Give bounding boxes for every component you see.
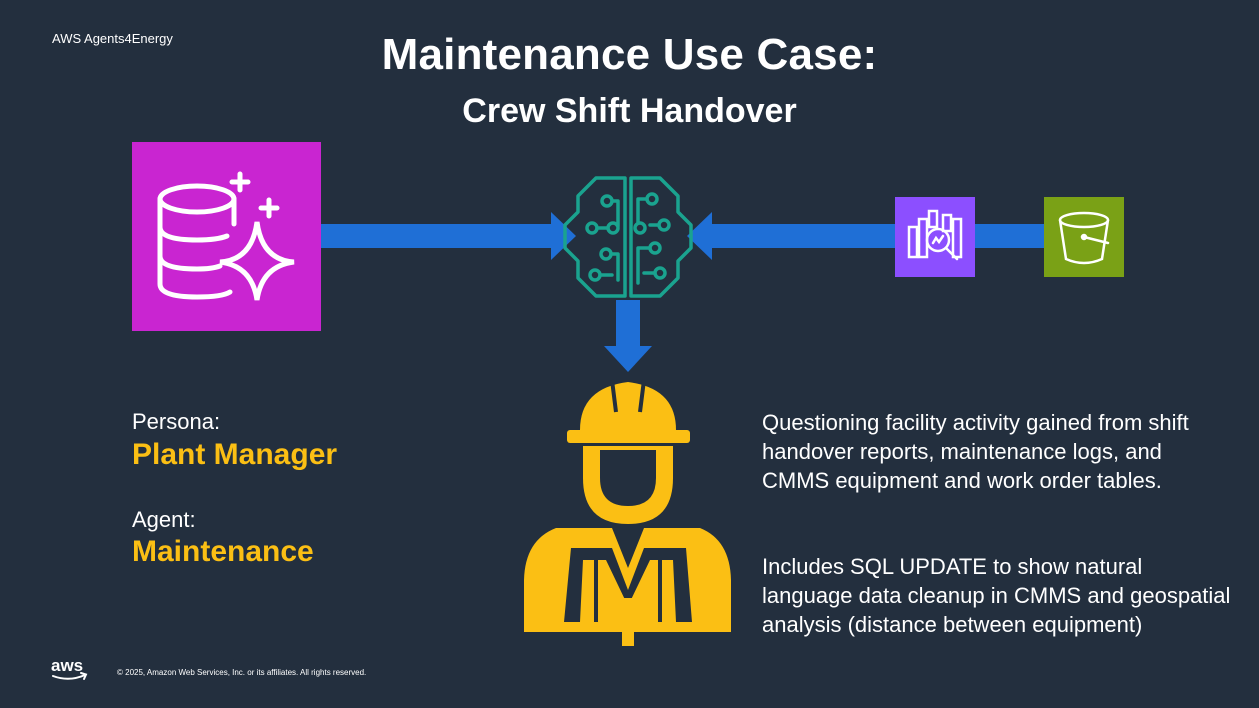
agent-label: Agent: [132, 507, 196, 532]
database-sparkle-icon [157, 171, 295, 301]
brain-circuit-icon [563, 176, 693, 298]
persona-value: Plant Manager [132, 438, 338, 471]
connector-s3-to-analytics [975, 224, 1044, 248]
description-paragraph-1: Questioning facility activity gained fro… [762, 410, 1189, 493]
analytics-tile [895, 197, 975, 277]
construction-worker-icon [524, 379, 731, 646]
arrow-agent-to-persona [604, 300, 652, 372]
data-analytics-search-icon [907, 209, 963, 261]
aws-logo: aws [50, 656, 90, 687]
storage-tile [1044, 197, 1124, 277]
description-paragraph-2: Includes SQL UPDATE to show natural lang… [762, 554, 1231, 637]
s3-bucket-icon [1058, 211, 1110, 265]
database-tile [132, 142, 321, 331]
persona-label: Persona: [132, 409, 221, 434]
aws-logo-text: aws [51, 656, 83, 675]
copyright-text: © 2025, Amazon Web Services, Inc. or its… [117, 668, 367, 677]
arrow-analytics-to-agent [687, 212, 895, 260]
agent-value: Maintenance [132, 535, 314, 568]
arrow-db-to-agent [321, 212, 576, 260]
